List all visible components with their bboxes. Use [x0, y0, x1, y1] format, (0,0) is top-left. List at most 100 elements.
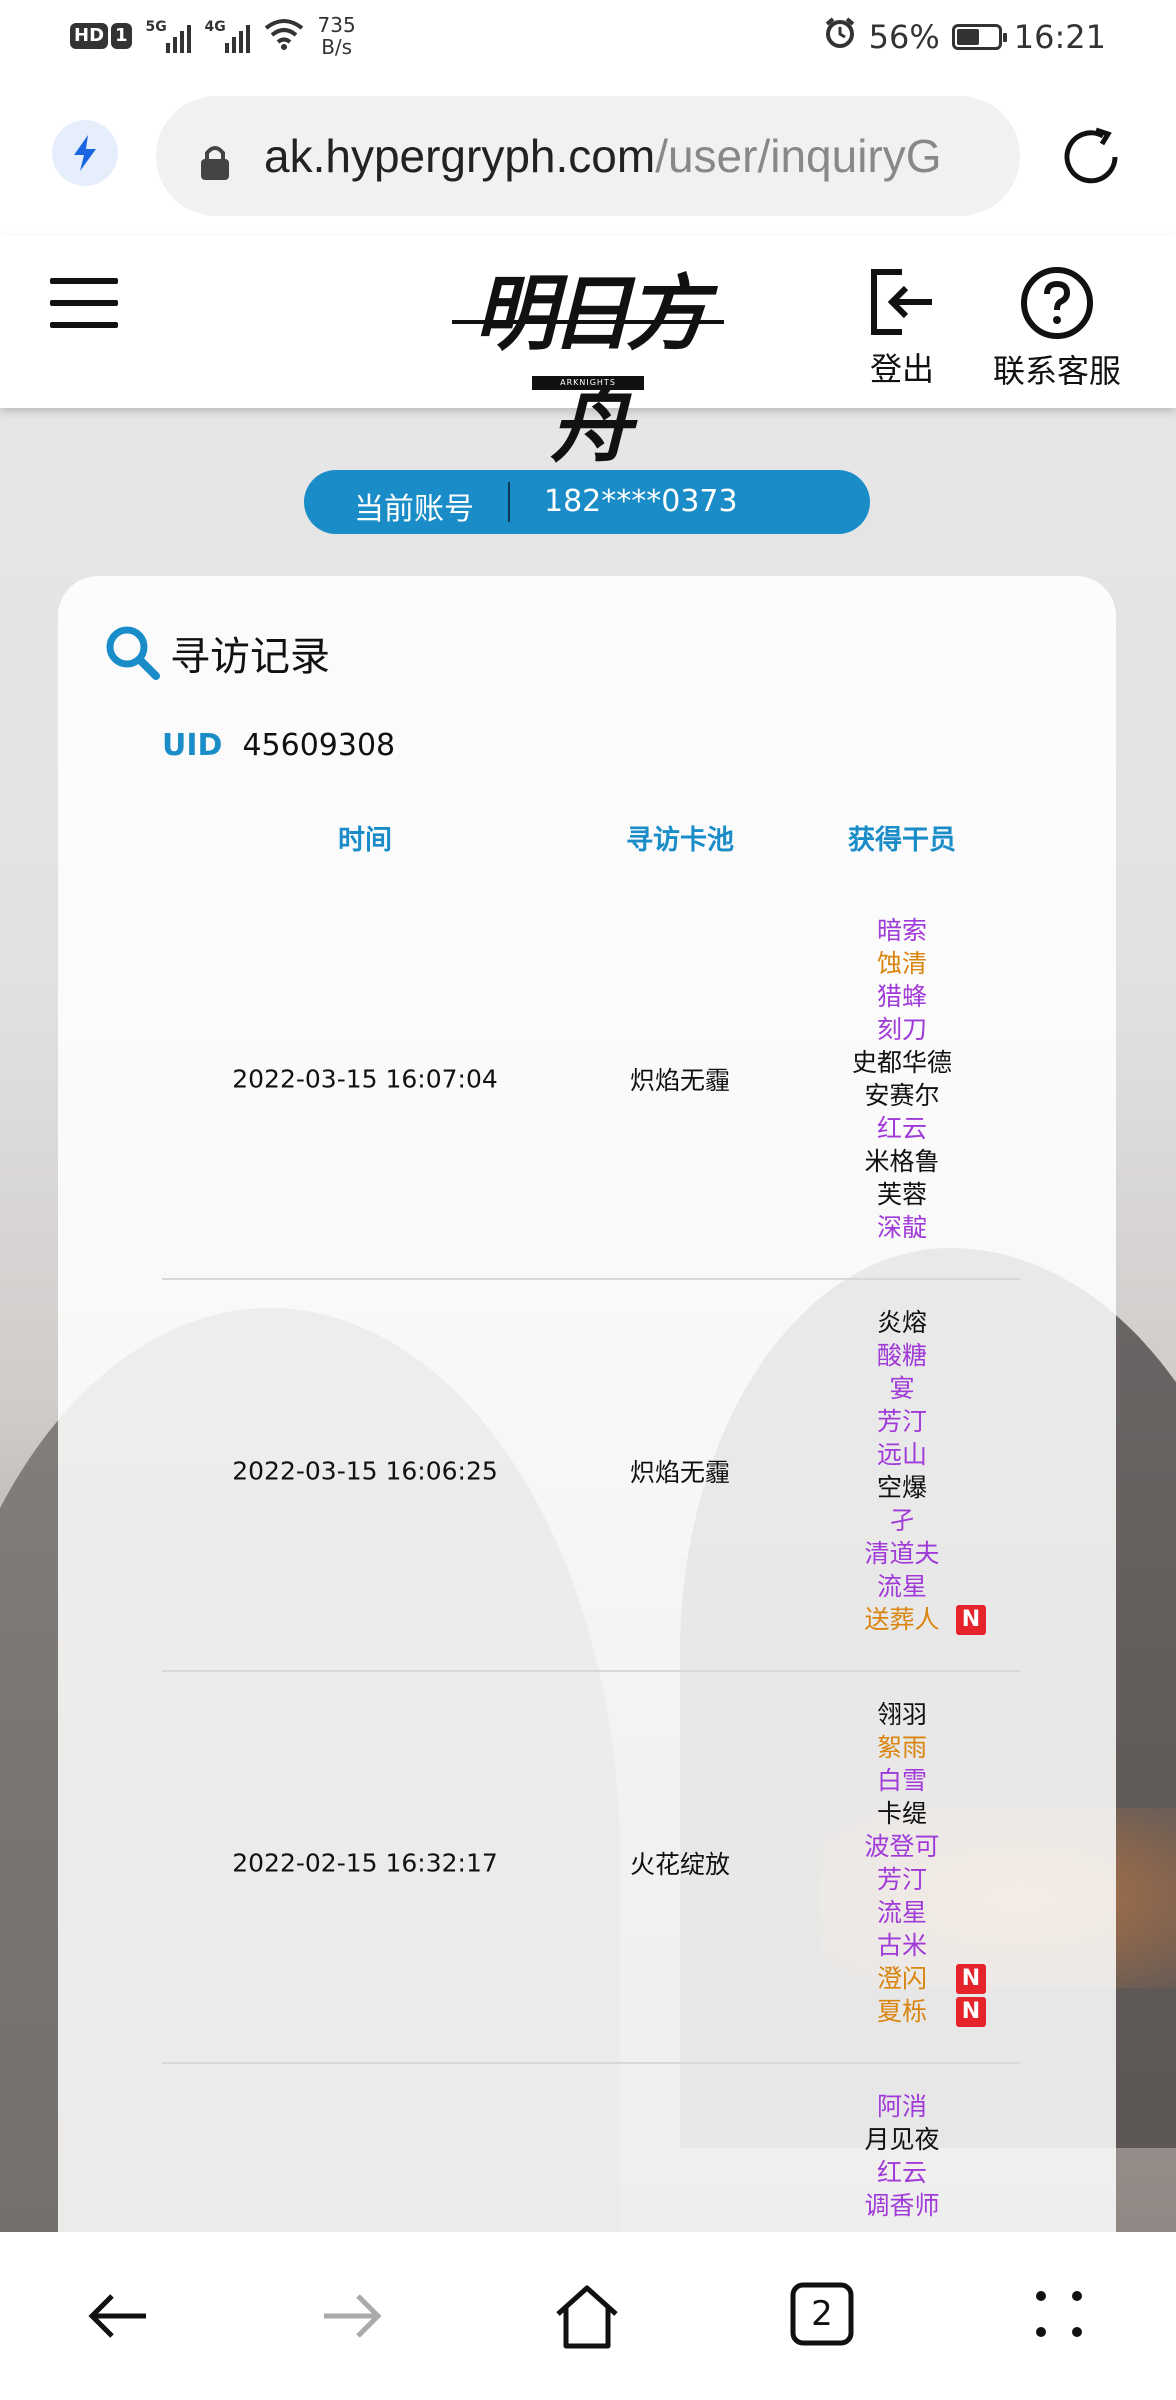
status-left: HD 1 5G 4G 735 B/s	[70, 14, 356, 58]
signal-4g-icon: 4G	[205, 19, 250, 53]
clock: 16:21	[1013, 18, 1106, 56]
record-pool: 炽焰无霾	[629, 1066, 731, 1095]
card-title: 寻访记录	[104, 624, 330, 682]
operator-name: 炎熔	[876, 1308, 928, 1337]
operator-name: 红云	[876, 2158, 928, 2187]
operator-name: 刻刀	[876, 1015, 928, 1044]
record-time: 2022-03-15 16:06:25	[232, 1456, 498, 1486]
operator-name: 絮雨	[876, 1733, 928, 1762]
current-account-label: 当前账号	[354, 492, 474, 527]
uid-row: UID 45609308	[162, 728, 395, 763]
operator-name: 清道夫	[864, 1539, 940, 1568]
card-title-text: 寻访记录	[170, 634, 330, 680]
new-badge: N	[956, 1997, 986, 2027]
account-divider	[508, 482, 510, 522]
question-circle-icon	[1021, 267, 1093, 339]
operator-name: 调香师	[864, 2191, 940, 2220]
record-row: 2022-03-15 16:06:25 炽焰无霾 炎熔酸糖宴芳汀远山空爆孑清道夫流星…	[162, 1278, 1020, 1672]
operator-name: 宴	[889, 1374, 915, 1403]
operator-name: 古米	[876, 1931, 928, 1960]
url-domain: ak.hypergryph.com	[264, 130, 656, 182]
uid-value: 45609308	[242, 728, 396, 763]
header-pool: 寻访卡池	[626, 825, 734, 856]
operator-name: 流星	[876, 1898, 928, 1927]
new-badge: N	[956, 1605, 986, 1635]
reload-icon[interactable]	[1056, 122, 1126, 196]
network-speed-unit: B/s	[321, 35, 353, 59]
lock-icon	[198, 142, 232, 186]
signal-5g-icon: 5G	[146, 19, 191, 53]
operator-name: 夏栎	[876, 1997, 928, 2026]
bolt-icon[interactable]	[52, 120, 118, 186]
operator-name: 暗索	[876, 916, 928, 945]
operator-name: 猎蜂	[876, 982, 928, 1011]
logout-button[interactable]: 登出	[852, 266, 952, 390]
current-account-value: 182****0373	[544, 484, 738, 519]
support-label: 联系客服	[992, 352, 1121, 390]
logout-label: 登出	[869, 350, 934, 388]
operator-name: 芳汀	[876, 1865, 928, 1894]
operator-name: 澄闪	[876, 1964, 928, 1993]
operator-name: 远山	[876, 1440, 928, 1469]
operator-name: 芙蓉	[876, 1180, 928, 1209]
operator-name: 米格鲁	[864, 1147, 940, 1176]
operator-name: 红云	[876, 1114, 928, 1143]
network-speed-value: 735	[317, 13, 356, 37]
operator-name: 流星	[876, 1572, 928, 1601]
forward-arrow-icon[interactable]	[318, 2282, 386, 2354]
uid-label: UID	[162, 728, 223, 763]
browser-toolbar: ak.hypergryph.com/user/inquiryG	[0, 76, 1176, 236]
operator-name: 月见夜	[864, 2125, 940, 2154]
sim-label: 1	[111, 23, 132, 49]
signal-5g-label: 5G	[145, 19, 167, 35]
hd-label: HD	[70, 23, 109, 49]
operator-name: 空爆	[876, 1473, 928, 1502]
record-row: 2022-03-15 16:07:04 炽焰无霾 暗索 蚀清 猎蜂 刻刀 史都华德 安赛尔 红云…	[162, 886, 1020, 1280]
battery-percent: 56%	[868, 18, 940, 56]
operator-name: 波登可	[864, 1832, 940, 1861]
hamburger-menu-icon[interactable]	[50, 278, 118, 338]
network-speed: 735 B/s	[318, 14, 356, 58]
record-row: 阿消月见夜红云调香师	[162, 2062, 1020, 2232]
page-background: 当前账号 182****0373 寻访记录 UID 45609308 时间 寻访卡…	[0, 408, 1176, 2232]
signal-4g-label: 4G	[204, 19, 226, 35]
logo-text: 明日方舟	[474, 266, 708, 474]
operator-name: 卡缇	[876, 1799, 928, 1828]
support-button[interactable]: 联系客服	[982, 266, 1132, 392]
logout-icon	[871, 269, 932, 335]
arknights-logo[interactable]: 明日方舟 ARKNIGHTS	[452, 258, 724, 474]
more-dots-icon[interactable]	[1032, 2282, 1086, 2350]
record-pool: 炽焰无霾	[629, 1458, 731, 1487]
header-time: 时间	[338, 825, 392, 856]
alarm-icon	[823, 16, 857, 58]
tab-count: 2	[811, 2294, 833, 2334]
operator-name: 史都华德	[851, 1048, 953, 1077]
back-arrow-icon[interactable]	[84, 2282, 152, 2354]
record-time: 2022-02-15 16:32:17	[232, 1848, 498, 1878]
operator-name: 酸糖	[876, 1341, 928, 1370]
browser-bottom-nav: 2	[0, 2232, 1176, 2400]
operator-name: 芳汀	[876, 1407, 928, 1436]
logo-subtitle: ARKNIGHTS	[532, 376, 644, 390]
operator-name: 阿消	[876, 2092, 928, 2121]
status-right: 56% 16:21	[823, 16, 1106, 58]
url-path: /user/inquiryG	[655, 130, 942, 182]
address-bar[interactable]: ak.hypergryph.com/user/inquiryG	[156, 96, 1020, 216]
tabs-icon[interactable]: 2	[790, 2282, 854, 2350]
operator-name: 白雪	[876, 1766, 928, 1795]
url-text[interactable]: ak.hypergryph.com/user/inquiryG	[264, 124, 942, 188]
hd-badge: HD 1	[70, 23, 132, 49]
operator-name: 送葬人	[864, 1605, 940, 1634]
battery-icon	[951, 24, 1007, 50]
operator-name: 深靛	[876, 1213, 928, 1242]
site-header: 明日方舟 ARKNIGHTS 登出 联系客服	[0, 236, 1176, 474]
operator-name: 孑	[889, 1506, 915, 1535]
battery-fill	[956, 29, 979, 45]
record-pool: 火花绽放	[629, 1850, 731, 1879]
home-icon[interactable]	[552, 2282, 622, 2356]
search-icon	[106, 626, 160, 680]
operator-name: 蚀清	[876, 949, 928, 978]
wifi-icon	[264, 18, 304, 54]
new-badge: N	[956, 1964, 986, 1994]
record-time: 2022-03-15 16:07:04	[232, 1064, 498, 1094]
